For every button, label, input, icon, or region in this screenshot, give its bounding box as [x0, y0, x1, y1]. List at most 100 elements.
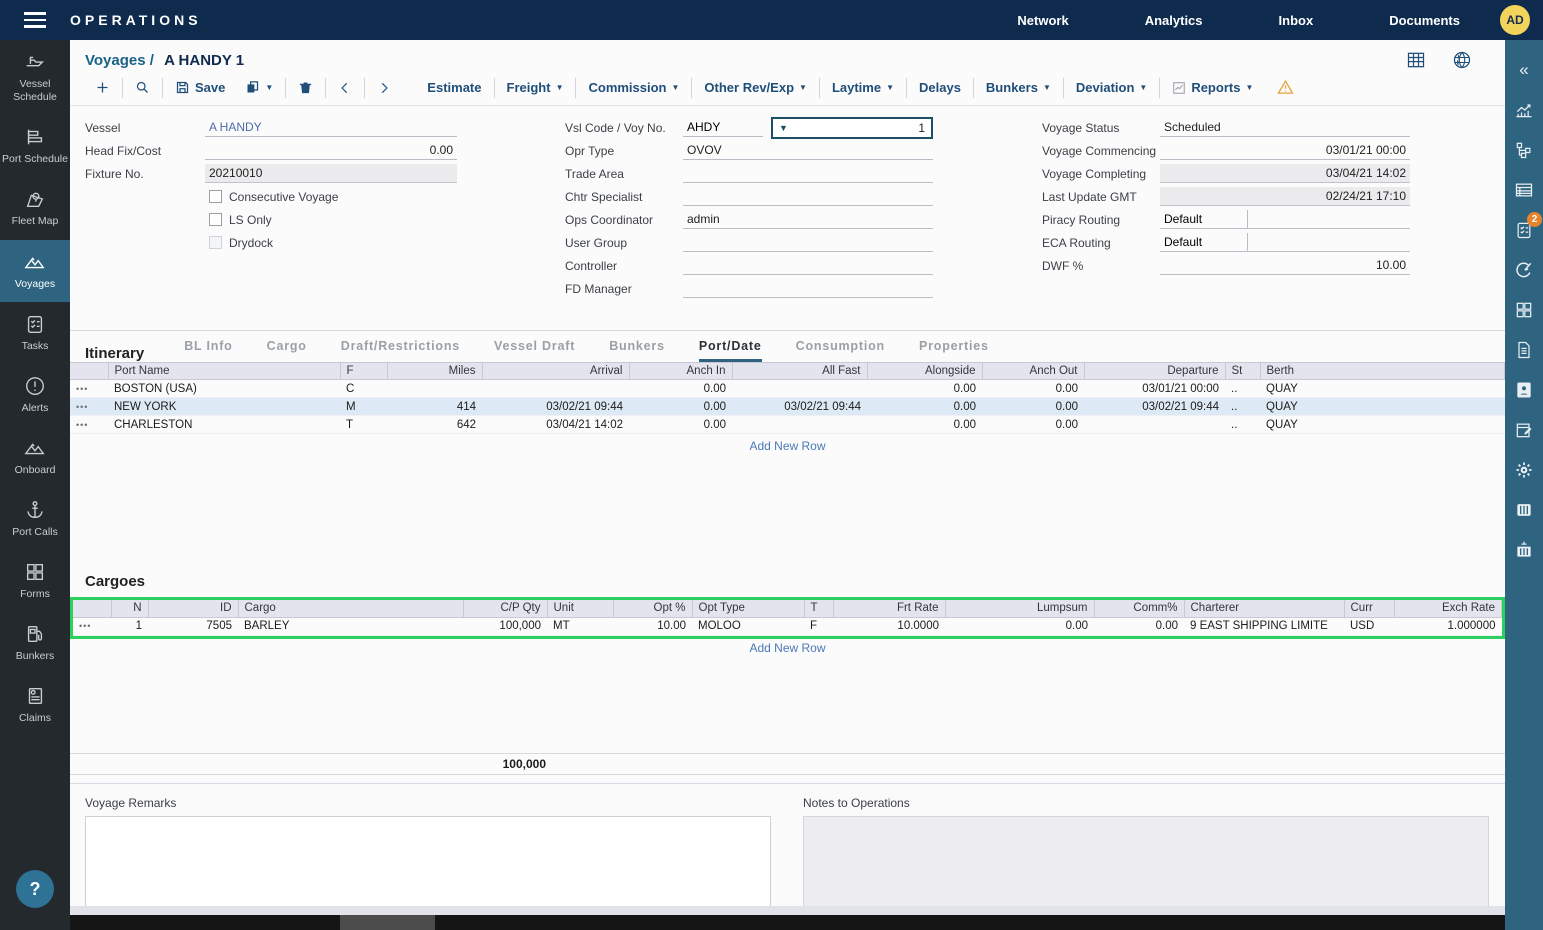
cell-st[interactable]: ..: [1225, 398, 1260, 416]
reports-menu[interactable]: Reports▼: [1162, 78, 1263, 97]
cell-alongside[interactable]: 0.00: [867, 380, 982, 398]
vessel-field[interactable]: A HANDY: [205, 118, 457, 137]
row-handle[interactable]: •••: [70, 416, 108, 434]
cell-alongside[interactable]: 0.00: [867, 398, 982, 416]
sidebar-item-tasks[interactable]: Tasks: [0, 302, 70, 364]
vsl-code-field[interactable]: AHDY: [683, 118, 763, 137]
checkbox-square[interactable]: [209, 213, 222, 226]
cell-cargo[interactable]: BARLEY: [238, 617, 463, 635]
hamburger-menu-icon[interactable]: [0, 12, 70, 28]
row-handle[interactable]: •••: [70, 398, 108, 416]
estimate-button[interactable]: Estimate: [417, 78, 491, 97]
commission-menu[interactable]: Commission▼: [578, 78, 689, 97]
analytics-chart-icon[interactable]: [1505, 90, 1543, 130]
cell-all-fast[interactable]: 03/02/21 09:44: [732, 398, 867, 416]
nav-inbox[interactable]: Inbox: [1241, 13, 1352, 28]
tab-vessel-draft[interactable]: Vessel Draft: [494, 339, 575, 362]
nav-analytics[interactable]: Analytics: [1107, 13, 1241, 28]
ls-only-checkbox[interactable]: LS Only: [85, 208, 457, 231]
cell-miles[interactable]: [387, 380, 482, 398]
cell-cp-qty[interactable]: 100,000: [463, 617, 547, 635]
container-crane-icon[interactable]: [1505, 530, 1543, 570]
cell-departure[interactable]: 03/01/21 00:00: [1084, 380, 1225, 398]
cell-all-fast[interactable]: [732, 416, 867, 434]
collapse-panel-icon[interactable]: «: [1505, 50, 1543, 90]
cell-berth[interactable]: QUAY: [1260, 416, 1505, 434]
table-row[interactable]: ••• CHARLESTON T 642 03/04/21 14:02 0.00…: [70, 416, 1505, 434]
settings-gear-icon[interactable]: [1505, 450, 1543, 490]
search-button[interactable]: [125, 78, 160, 97]
fixture-no-field[interactable]: 20210010: [205, 164, 457, 183]
cell-comm[interactable]: 0.00: [1094, 617, 1184, 635]
ops-coordinator-field[interactable]: admin: [683, 210, 933, 229]
head-fix-cost-field[interactable]: 0.00: [205, 141, 457, 160]
tab-draft-restrictions[interactable]: Draft/Restrictions: [341, 339, 460, 362]
cell-f[interactable]: C: [340, 380, 387, 398]
breadcrumb-voyages-link[interactable]: Voyages: [85, 52, 146, 69]
save-button[interactable]: Save: [165, 78, 235, 97]
tasks-panel-icon[interactable]: 2: [1505, 210, 1543, 250]
checkbox-square[interactable]: [209, 190, 222, 203]
scrollbar-thumb[interactable]: [340, 915, 435, 930]
cell-port-name[interactable]: NEW YORK: [108, 398, 340, 416]
sidebar-item-bunkers[interactable]: Bunkers: [0, 612, 70, 674]
table-row[interactable]: ••• 1 7505 BARLEY 100,000 MT 10.00 MOLOO…: [73, 617, 1502, 635]
help-button[interactable]: ?: [16, 870, 54, 908]
cell-id[interactable]: 7505: [148, 617, 238, 635]
deviation-menu[interactable]: Deviation▼: [1066, 78, 1157, 97]
document-icon[interactable]: [1505, 330, 1543, 370]
freight-menu[interactable]: Freight▼: [497, 78, 574, 97]
user-avatar[interactable]: AD: [1500, 5, 1530, 35]
cell-anch-in[interactable]: 0.00: [629, 416, 732, 434]
notes-edit-icon[interactable]: [1505, 410, 1543, 450]
delays-button[interactable]: Delays: [909, 78, 971, 97]
hierarchy-icon[interactable]: [1505, 130, 1543, 170]
cell-arrival[interactable]: 03/02/21 09:44: [482, 398, 629, 416]
user-group-field[interactable]: [683, 233, 933, 252]
cell-lumpsum[interactable]: 0.00: [945, 617, 1094, 635]
cell-opt-pct[interactable]: 10.00: [613, 617, 692, 635]
piracy-routing-extra-field[interactable]: [1248, 210, 1410, 229]
cell-berth[interactable]: QUAY: [1260, 398, 1505, 416]
next-voyage-button[interactable]: [367, 79, 401, 97]
sidebar-item-port-schedule[interactable]: Port Schedule: [0, 115, 70, 177]
opr-type-field[interactable]: OVOV: [683, 141, 933, 160]
eca-routing-field[interactable]: Default: [1160, 233, 1248, 252]
table-row-selected[interactable]: ••• NEW YORK M 414 03/02/21 09:44 0.00 0…: [70, 398, 1505, 416]
globe-icon[interactable]: [1452, 50, 1472, 70]
voyage-status-field[interactable]: Scheduled: [1160, 118, 1410, 137]
sidebar-item-onboard[interactable]: Onboard: [0, 426, 70, 488]
sidebar-item-port-calls[interactable]: Port Calls: [0, 488, 70, 550]
eca-routing-extra-field[interactable]: [1248, 233, 1410, 252]
cell-charterer[interactable]: 9 EAST SHIPPING LIMITE: [1184, 617, 1344, 635]
consecutive-voyage-checkbox[interactable]: Consecutive Voyage: [85, 185, 457, 208]
cell-unit[interactable]: MT: [547, 617, 613, 635]
horizontal-scrollbar[interactable]: [70, 915, 1505, 930]
cell-miles[interactable]: 414: [387, 398, 482, 416]
row-handle[interactable]: •••: [73, 617, 111, 635]
nav-documents[interactable]: Documents: [1351, 13, 1498, 28]
sidebar-item-voyages[interactable]: Voyages: [0, 240, 70, 302]
add-button[interactable]: [85, 78, 120, 97]
sidebar-item-vessel-schedule[interactable]: Vessel Schedule: [0, 40, 70, 115]
warning-icon[interactable]: [1267, 77, 1304, 98]
laytime-menu[interactable]: Laytime▼: [822, 78, 904, 97]
chtr-specialist-field[interactable]: [683, 187, 933, 206]
sidebar-item-forms[interactable]: Forms: [0, 550, 70, 612]
voyage-commencing-field[interactable]: 03/01/21 00:00: [1160, 141, 1410, 160]
controller-field[interactable]: [683, 256, 933, 275]
ledger-icon[interactable]: [1505, 170, 1543, 210]
tab-cargo[interactable]: Cargo: [267, 339, 307, 362]
cell-f[interactable]: M: [340, 398, 387, 416]
tab-consumption[interactable]: Consumption: [796, 339, 885, 362]
tank-icon[interactable]: [1505, 490, 1543, 530]
fd-manager-field[interactable]: [683, 279, 933, 298]
tab-port-date[interactable]: Port/Date: [699, 339, 762, 362]
itinerary-add-new-row-link[interactable]: Add New Row: [749, 439, 825, 453]
cell-alongside[interactable]: 0.00: [867, 416, 982, 434]
cell-frt-rate[interactable]: 10.0000: [833, 617, 945, 635]
cell-all-fast[interactable]: [732, 380, 867, 398]
cell-opt-type[interactable]: MOLOO: [692, 617, 804, 635]
cell-anch-out[interactable]: 0.00: [982, 416, 1084, 434]
sidebar-item-fleet-map[interactable]: Fleet Map: [0, 177, 70, 239]
